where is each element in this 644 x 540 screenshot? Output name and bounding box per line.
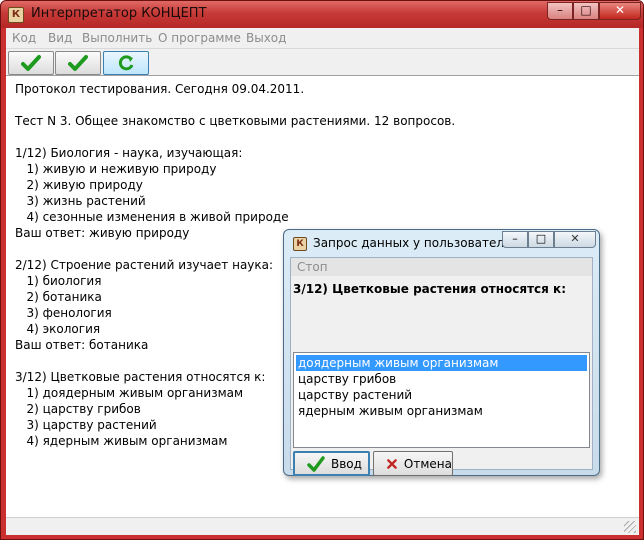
protocol-line: 2) царству грибов	[15, 402, 141, 416]
protocol-line: Тест N 3. Общее знакомство с цветковыми …	[15, 114, 456, 128]
checkmark-icon	[21, 55, 41, 71]
menu-code[interactable]: Код	[12, 31, 36, 45]
dialog-close-button[interactable]: ✕	[554, 231, 596, 248]
protocol-line: 1) доядерным живым организмам	[15, 386, 244, 400]
protocol-line: 3) фенология	[15, 306, 112, 320]
answer-option[interactable]: царству грибов	[296, 371, 587, 387]
protocol-line: 1) биология	[15, 274, 102, 288]
cross-icon	[387, 458, 397, 469]
cancel-button-label: Отмена	[403, 456, 452, 471]
resize-grip[interactable]	[624, 521, 636, 533]
dialog-maximize-button[interactable]: □	[528, 231, 554, 248]
dialog-app-icon: К	[293, 237, 307, 251]
protocol-line: 3) царству растений	[15, 418, 157, 432]
protocol-line: 1/12) Биология - наука, изучающая:	[15, 146, 243, 160]
protocol-line: 4) ядерным живым организмам	[15, 434, 228, 448]
answer-option[interactable]: доядерным живым организмам	[296, 355, 587, 371]
answer-listbox[interactable]: доядерным живым организмам царству грибо…	[293, 352, 590, 448]
menu-exit[interactable]: Выход	[246, 31, 286, 45]
toolbar-check-button-2[interactable]	[55, 51, 101, 75]
protocol-line: Ваш ответ: ботаника	[15, 338, 149, 352]
refresh-icon	[118, 55, 134, 71]
cancel-button[interactable]: Отмена	[373, 451, 453, 476]
minimize-button[interactable]: –	[547, 2, 573, 20]
protocol-line: 2) ботаника	[15, 290, 102, 304]
dialog-minimize-button[interactable]: –	[502, 231, 528, 248]
menu-bar: Код Вид Выполнить О программе Выход	[6, 28, 639, 48]
toolbar	[6, 48, 639, 75]
protocol-line: 1) живую и неживую природу	[15, 162, 217, 176]
checkmark-icon	[68, 55, 88, 71]
protocol-line: 4) сезонные изменения в живой природе	[15, 210, 289, 224]
dialog-question: 3/12) Цветковые растения относятся к:	[293, 282, 566, 296]
status-bar	[6, 517, 639, 535]
protocol-line: 2/12) Строение растений изучает наука:	[15, 258, 274, 272]
close-button[interactable]: ✕	[599, 2, 641, 20]
enter-button-label: Ввод	[331, 456, 362, 471]
toolbar-refresh-button[interactable]	[103, 51, 149, 75]
toolbar-check-button-1[interactable]	[8, 51, 54, 75]
protocol-line: Протокол тестирования. Сегодня 09.04.201…	[15, 82, 305, 96]
dialog-body: Стоп 3/12) Цветковые растения относятся …	[290, 257, 593, 476]
window-title: Интерпретатор КОНЦЕПТ	[31, 6, 207, 21]
answer-option[interactable]: царству растений	[296, 387, 587, 403]
dialog-title: Запрос данных у пользователя	[313, 236, 512, 250]
app-icon: К	[8, 7, 24, 23]
checkmark-icon	[307, 455, 325, 472]
dialog-menu-stop[interactable]: Стоп	[291, 258, 592, 276]
title-bar[interactable]: К Интерпретатор КОНЦЕПТ – □ ✕	[1, 1, 643, 28]
protocol-line: 4) экология	[15, 322, 101, 336]
protocol-line: 2) живую природу	[15, 178, 143, 192]
input-dialog: К Запрос данных у пользователя – □ ✕ Сто…	[283, 229, 600, 476]
answer-option[interactable]: ядерным живым организмам	[296, 403, 587, 419]
protocol-line: 3) жизнь растений	[15, 194, 146, 208]
menu-run[interactable]: Выполнить	[82, 31, 152, 45]
protocol-line: 3/12) Цветковые растения относятся к:	[15, 370, 266, 384]
menu-view[interactable]: Вид	[48, 31, 72, 45]
protocol-line: Ваш ответ: живую природу	[15, 226, 190, 240]
maximize-button[interactable]: □	[573, 2, 599, 20]
menu-about[interactable]: О программе	[158, 31, 241, 45]
enter-button[interactable]: Ввод	[293, 451, 370, 476]
